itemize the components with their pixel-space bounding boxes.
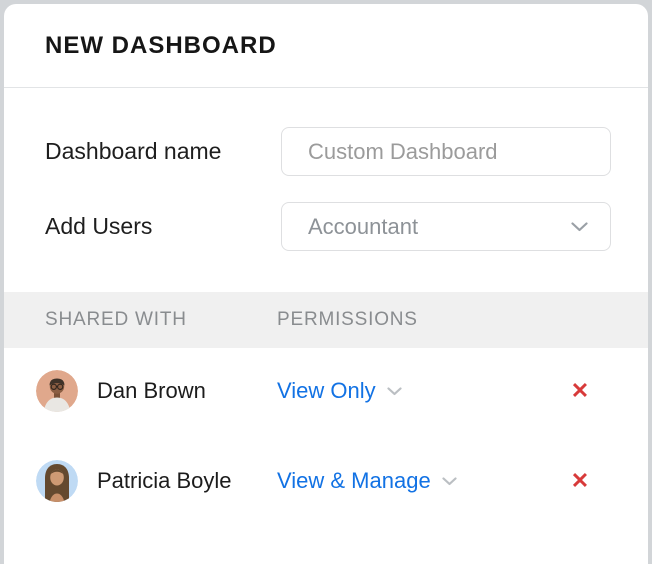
user-name: Dan Brown [97,378,206,404]
chevron-down-icon [387,387,402,396]
avatar [36,370,78,412]
column-header-permissions: PERMISSIONS [277,309,418,331]
permission-dropdown[interactable]: View & Manage [277,468,457,494]
remove-user-button[interactable]: ✕ [564,465,596,497]
add-users-selected-value: Accountant [308,214,418,240]
dashboard-name-input[interactable] [281,127,611,176]
remove-user-button[interactable]: ✕ [564,375,596,407]
table-row: Dan Brown View Only ✕ [4,348,648,435]
chevron-down-icon [442,477,457,486]
permission-value: View & Manage [277,468,431,494]
x-icon: ✕ [571,380,589,402]
page-title: NEW DASHBOARD [45,32,277,60]
modal-header: NEW DASHBOARD [4,4,648,88]
permission-value: View Only [277,378,376,404]
shared-users-table-header: SHARED WITH PERMISSIONS [4,292,648,348]
chevron-down-icon [571,222,588,232]
user-name: Patricia Boyle [97,468,232,494]
new-dashboard-modal: NEW DASHBOARD Dashboard name Add Users A… [4,4,648,564]
add-users-dropdown[interactable]: Accountant [281,202,611,251]
permission-dropdown[interactable]: View Only [277,378,402,404]
add-users-label: Add Users [45,213,152,240]
dashboard-name-label: Dashboard name [45,138,221,165]
table-row: Patricia Boyle View & Manage ✕ [4,434,648,528]
form-row-dashboard-name: Dashboard name [4,127,648,176]
avatar [36,460,78,502]
form-row-add-users: Add Users Accountant [4,202,648,251]
x-icon: ✕ [571,470,589,492]
column-header-shared-with: SHARED WITH [45,309,187,331]
